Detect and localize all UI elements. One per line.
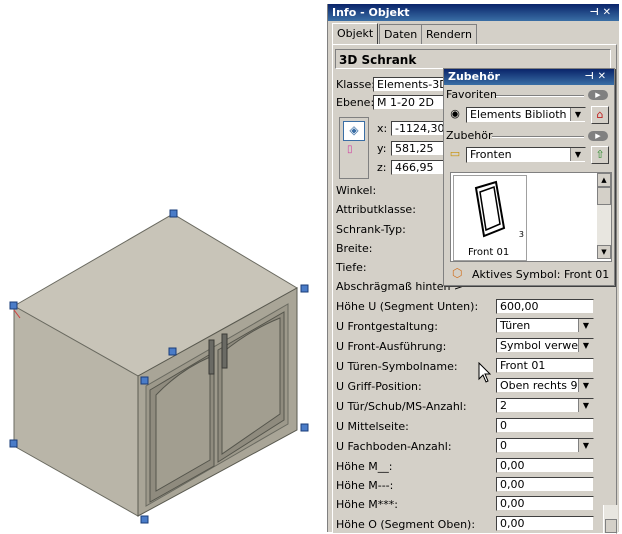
folder-icon[interactable]: ▭ bbox=[446, 146, 464, 164]
param-select[interactable]: 2 ▼ bbox=[496, 398, 594, 413]
divider bbox=[496, 95, 584, 97]
tiefe-label: Tiefe: bbox=[336, 261, 367, 274]
drawing-canvas[interactable] bbox=[0, 0, 327, 532]
zubehoer-value: Fronten bbox=[470, 148, 512, 161]
scroll-thumb[interactable] bbox=[605, 519, 617, 533]
snap-point-icon[interactable]: ◈ bbox=[343, 121, 365, 141]
param-label: Höhe M***: bbox=[336, 498, 398, 511]
param-label: U Frontgestaltung: bbox=[336, 320, 438, 333]
scroll-up-icon[interactable]: ▲ bbox=[597, 173, 611, 187]
param-input[interactable]: 0,00 bbox=[496, 516, 594, 531]
param-value: 0 bbox=[500, 439, 507, 452]
winkel-label: Winkel: bbox=[336, 184, 377, 197]
chevron-down-icon[interactable]: ▼ bbox=[578, 339, 593, 352]
favoriten-select[interactable]: Elements Biblioth ▼ bbox=[466, 107, 586, 123]
favoriten-label: Favoriten bbox=[446, 88, 497, 101]
favoriten-value: Elements Biblioth bbox=[470, 108, 567, 121]
cabinet-3d-view[interactable] bbox=[0, 0, 327, 532]
param-value: Türen bbox=[500, 319, 531, 332]
param-label: Höhe U (Segment Unten): bbox=[336, 300, 479, 313]
param-select[interactable]: Symbol verwend ▼ bbox=[496, 338, 594, 353]
param-select[interactable]: Türen ▼ bbox=[496, 318, 594, 333]
home-icon[interactable]: ⌂ bbox=[591, 106, 609, 124]
chevron-down-icon[interactable]: ▼ bbox=[570, 148, 585, 161]
zubehoer-title: Zubehör bbox=[448, 70, 500, 83]
scroll-thumb[interactable] bbox=[597, 187, 611, 205]
info-title: Info - Objekt bbox=[332, 6, 410, 19]
pin-close-icons[interactable]: ⊣✕ bbox=[584, 69, 610, 85]
y-input[interactable]: 581,25 bbox=[391, 141, 445, 156]
param-value: Oben rechts 90° bbox=[500, 379, 590, 392]
pin-close-icons[interactable]: ⊣✕ bbox=[589, 4, 615, 21]
param-value: 2 bbox=[500, 399, 507, 412]
symbol-preview-list[interactable]: 3 Front 01 ▲ ▼ bbox=[450, 172, 612, 262]
info-title-bar[interactable]: Info - Objekt ⊣✕ bbox=[328, 4, 619, 21]
param-select[interactable]: Oben rechts 90° ▼ bbox=[496, 378, 594, 393]
klasse-label: Klasse: bbox=[336, 78, 375, 91]
breite-label: Breite: bbox=[336, 242, 373, 255]
x-label: x: bbox=[377, 122, 388, 135]
chevron-down-icon[interactable]: ▼ bbox=[578, 319, 593, 332]
param-input[interactable]: 0 bbox=[496, 418, 594, 433]
symbol-thumbnail[interactable]: 3 Front 01 bbox=[453, 175, 527, 261]
chevron-down-icon[interactable]: ▼ bbox=[578, 399, 593, 412]
param-input[interactable]: 0,00 bbox=[496, 477, 594, 492]
attributklasse-label: Attributklasse: bbox=[336, 203, 416, 216]
zubehoer-palette: Zubehör ⊣✕ Favoriten ▶ ◉ Elements Biblio… bbox=[443, 68, 615, 286]
param-label: Höhe O (Segment Oben): bbox=[336, 518, 476, 531]
param-label: U Mittelseite: bbox=[336, 420, 409, 433]
scroll-down-icon[interactable]: ▼ bbox=[597, 245, 611, 259]
param-label: U Front-Ausführung: bbox=[336, 340, 447, 353]
thumbnail-badge: 3 bbox=[518, 230, 524, 239]
preview-scrollbar[interactable]: ▲ ▼ bbox=[597, 173, 611, 259]
mouse-cursor-icon bbox=[478, 362, 492, 383]
object-name: 3D Schrank bbox=[335, 49, 611, 69]
thumbnail-caption: Front 01 bbox=[468, 247, 510, 258]
z-axis-icon[interactable]: ▯ bbox=[347, 144, 359, 156]
tab-objekt[interactable]: Objekt bbox=[332, 23, 379, 45]
param-label: U Griff-Position: bbox=[336, 380, 422, 393]
chevron-down-icon[interactable]: ▼ bbox=[578, 439, 593, 452]
active-symbol-text: Aktives Symbol: Front 01 bbox=[472, 268, 610, 281]
param-input[interactable]: 0,00 bbox=[496, 458, 594, 473]
param-input[interactable]: 600,00 bbox=[496, 299, 594, 314]
divider bbox=[492, 136, 584, 138]
param-input[interactable]: Front 01 bbox=[496, 358, 594, 373]
folder-up-icon[interactable]: ⇧ bbox=[591, 146, 609, 164]
schrank-typ-label: Schrank-Typ: bbox=[336, 223, 406, 236]
ebene-label: Ebene: bbox=[336, 96, 375, 109]
library-icon[interactable]: ◉ bbox=[446, 106, 464, 124]
zubehoer-title-bar[interactable]: Zubehör ⊣✕ bbox=[444, 69, 614, 85]
z-input[interactable]: 466,95 bbox=[391, 160, 445, 175]
klasse-value: Elements-3D bbox=[377, 78, 448, 91]
param-label: Höhe M---: bbox=[336, 479, 394, 492]
favoriten-menu-button[interactable]: ▶ bbox=[588, 90, 608, 100]
param-input[interactable]: 0,00 bbox=[496, 496, 594, 511]
front-symbol-icon bbox=[474, 180, 506, 238]
y-label: y: bbox=[377, 142, 387, 155]
info-scrollbar[interactable] bbox=[603, 505, 618, 533]
position-icons: ◈ ▯ bbox=[339, 117, 369, 179]
tab-daten[interactable]: Daten bbox=[379, 24, 423, 44]
param-label: U Türen-Symbolname: bbox=[336, 360, 458, 373]
chevron-down-icon[interactable]: ▼ bbox=[570, 108, 585, 121]
param-label: U Fachboden-Anzahl: bbox=[336, 440, 452, 453]
active-symbol-icon: ⬡ bbox=[452, 266, 463, 280]
ebene-value: M 1-20 2D bbox=[377, 96, 434, 109]
tab-rendern[interactable]: Rendern bbox=[421, 24, 477, 44]
x-input[interactable]: -1124,30 bbox=[391, 121, 445, 136]
param-label: Höhe M__: bbox=[336, 460, 393, 473]
zubehoer-menu-button[interactable]: ▶ bbox=[588, 131, 608, 141]
z-label: z: bbox=[377, 161, 387, 174]
param-label: U Tür/Schub/MS-Anzahl: bbox=[336, 400, 467, 413]
param-select[interactable]: 0 ▼ bbox=[496, 438, 594, 453]
zubehoer-select[interactable]: Fronten ▼ bbox=[466, 147, 586, 163]
chevron-down-icon[interactable]: ▼ bbox=[578, 379, 593, 392]
zubehoer-section-label: Zubehör bbox=[446, 129, 493, 142]
